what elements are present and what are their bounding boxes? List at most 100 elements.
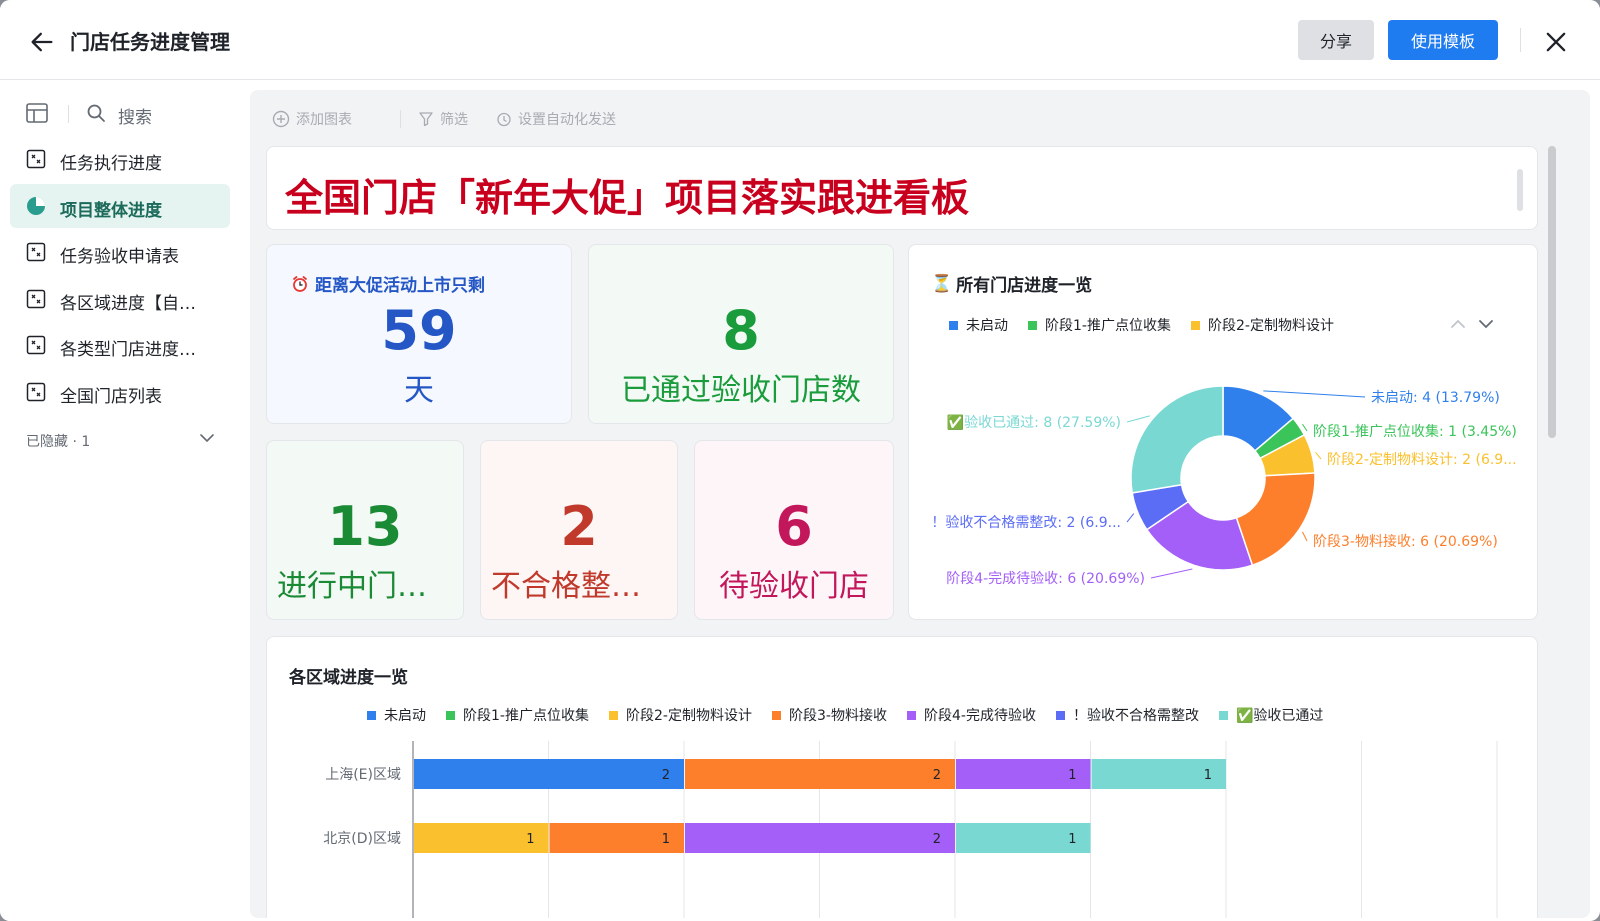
legend-swatch [609, 710, 618, 720]
sidebar-item-label: 任务执行进度 [60, 154, 162, 174]
pie-leader-line [1263, 390, 1366, 398]
bar-data-label: 1 [526, 832, 534, 847]
kpi-in-progress-value: 13 [327, 495, 403, 558]
sidebar-item-label: 任务验收申请表 [60, 247, 179, 267]
pie-data-label: 阶段4-完成待验收: 6 (20.69%) [946, 571, 1145, 587]
legend-label: 阶段2-定制物料设计 [1208, 318, 1334, 334]
banner-card: 全国门店「新年大促」项目落实跟进看板 [266, 146, 1538, 230]
search-input[interactable]: 搜索 [118, 103, 152, 128]
filter-button[interactable]: 筛选 [418, 106, 468, 132]
legend-swatch [1191, 320, 1200, 330]
auto-send-label: 设置自动化发送 [518, 112, 616, 128]
legend-label: 阶段1-推广点位收集 [1045, 318, 1171, 334]
legend-item[interactable]: 阶段1-推广点位收集 [1028, 315, 1171, 335]
bar-segment [685, 759, 955, 789]
layout-toggle-icon[interactable] [26, 103, 48, 123]
sidebar-item[interactable]: 各区域进度【自… [10, 277, 230, 321]
bar-data-label: 1 [1068, 832, 1076, 847]
legend-swatch [907, 710, 916, 720]
filter-icon [419, 112, 433, 127]
pie-leader-line [1126, 513, 1135, 523]
sidebar-item[interactable]: 任务执行进度 [10, 137, 230, 181]
clock-icon [497, 112, 511, 127]
dashboard-toolbar: 添加图表 筛选 设置自动化发送 [272, 106, 872, 132]
bar-data-label: 1 [662, 832, 670, 847]
pie-data-label: 阶段1-推广点位收集: 1 (3.45%) [1313, 423, 1517, 440]
table-icon [26, 289, 46, 308]
legend-item[interactable]: 阶段4-完成待验收 [907, 705, 1036, 725]
countdown-label: 距离大促活动上市只剩 [315, 276, 485, 296]
kpi-failed-value: 2 [560, 495, 598, 558]
legend-item[interactable]: 未启动 [367, 705, 426, 725]
legend-label: 阶段2-定制物料设计 [626, 708, 752, 724]
pie-chart-title-text: 所有门店进度一览 [956, 276, 1093, 296]
bar-segment [685, 823, 955, 853]
share-button[interactable]: 分享 [1298, 20, 1374, 60]
table-icon [26, 242, 46, 262]
sidebar-item[interactable]: 各类型门店进度… [10, 323, 230, 367]
chevron-up-icon[interactable] [1449, 315, 1467, 333]
banner-scrollbar[interactable] [1517, 169, 1523, 211]
search-icon[interactable] [86, 103, 106, 123]
sidebar-item[interactable]: 项目整体进度 [10, 183, 230, 228]
pie-leader-line [1126, 415, 1150, 423]
bar-data-label: 2 [933, 832, 941, 847]
pie-data-label: 阶段3-物料接收: 6 (20.69%) [1313, 533, 1498, 550]
table-icon [26, 149, 46, 169]
legend-label: ！验收不合格需整改 [1073, 708, 1199, 724]
back-arrow-icon[interactable] [28, 28, 56, 56]
close-icon[interactable] [1542, 28, 1570, 56]
chevron-down-icon[interactable] [198, 429, 216, 447]
sidebar-item-label: 全国门店列表 [60, 386, 162, 407]
kpi-card-in-progress: 13 进行中门… [266, 440, 464, 620]
pie-chart-title: ⏳ 所有门店进度一览 [931, 271, 1093, 297]
bar-chart: 上海(E)区域 2 2 1 1 北京(D)区域 1 1 2 1 [323, 741, 1498, 918]
add-chart-button[interactable]: 添加图表 [272, 106, 352, 132]
legend-swatch [446, 710, 455, 720]
legend-item[interactable]: 未启动 [949, 315, 1008, 335]
legend-item[interactable]: ！验收不合格需整改 [1056, 705, 1199, 725]
kpi-card-pending: 6 待验收门店 [694, 440, 894, 620]
banner-title: 全国门店「新年大促」项目落实跟进看板 [285, 176, 970, 220]
divider [1520, 28, 1521, 52]
legend-label: 阶段4-完成待验收 [924, 708, 1036, 724]
pie-legend: 未启动 阶段1-推广点位收集 阶段2-定制物料设计 [949, 315, 1389, 335]
kpi-failed-label: 不合格整… [491, 569, 641, 604]
legend-item[interactable]: 阶段2-定制物料设计 [609, 705, 752, 725]
legend-swatch [1219, 710, 1228, 720]
sidebar-item[interactable]: 全国门店列表 [10, 370, 230, 414]
plus-circle-icon [272, 110, 290, 128]
chevron-down-icon[interactable] [1477, 315, 1495, 333]
kpi-passed-label: 已通过验收门店数 [621, 373, 861, 408]
alarm-clock-icon [293, 275, 307, 292]
use-template-button[interactable]: 使用模板 [1388, 20, 1498, 60]
pie-leader-line [1315, 451, 1322, 460]
sidebar-tools: 搜索 [24, 99, 234, 129]
kpi-card-passed: 8 已通过验收门店数 [588, 244, 894, 424]
sidebar-item[interactable]: 任务验收申请表 [10, 230, 230, 274]
hidden-items-label[interactable]: 已隐藏 · 1 [26, 431, 90, 451]
legend-item[interactable]: 阶段3-物料接收 [772, 705, 887, 725]
legend-item[interactable]: 阶段1-推广点位收集 [446, 705, 589, 725]
pie-leader-line [1302, 531, 1308, 542]
pie-chart-card: ⏳ 所有门店进度一览 未启动 阶段1-推广点位收集 阶段2-定制物料设计 未启动: … [908, 244, 1538, 620]
legend-label: ✅验收已通过 [1236, 708, 1324, 724]
legend-label: 阶段1-推广点位收集 [463, 708, 589, 724]
legend-label: 未启动 [966, 318, 1008, 334]
kpi-in-progress-label: 进行中门… [277, 569, 427, 604]
pie-leader-line [1150, 568, 1193, 579]
sidebar: 搜索 任务执行进度项目整体进度任务验收申请表各区域进度【自… 各类型门店进度… 全国… [0, 81, 250, 921]
canvas-scrollbar[interactable] [1548, 146, 1556, 438]
bar-legend: 未启动 阶段1-推广点位收集 阶段2-定制物料设计 阶段3-物料接收 阶段4-完成待验收… [367, 705, 1467, 725]
pie-leader-line [1302, 423, 1308, 432]
legend-item[interactable]: ✅验收已通过 [1219, 705, 1323, 725]
legend-item[interactable]: 阶段2-定制物料设计 [1191, 315, 1334, 335]
divider [68, 105, 69, 123]
countdown-card: 距离大促活动上市只剩 59 天 [266, 244, 572, 424]
kpi-card-failed: 2 不合格整… [480, 440, 678, 620]
auto-send-button[interactable]: 设置自动化发送 [496, 106, 616, 132]
legend-swatch [949, 320, 958, 330]
legend-label: 阶段3-物料接收 [789, 708, 887, 724]
app-window: 门店任务进度管理 分享 使用模板 搜索 任务执行进度 项目整体进度 任务验收申请表各… [0, 0, 1600, 921]
bar-chart-card: 各区域进度一览 未启动 阶段1-推广点位收集 阶段2-定制物料设计 阶段3-物料接收 阶… [266, 636, 1538, 918]
